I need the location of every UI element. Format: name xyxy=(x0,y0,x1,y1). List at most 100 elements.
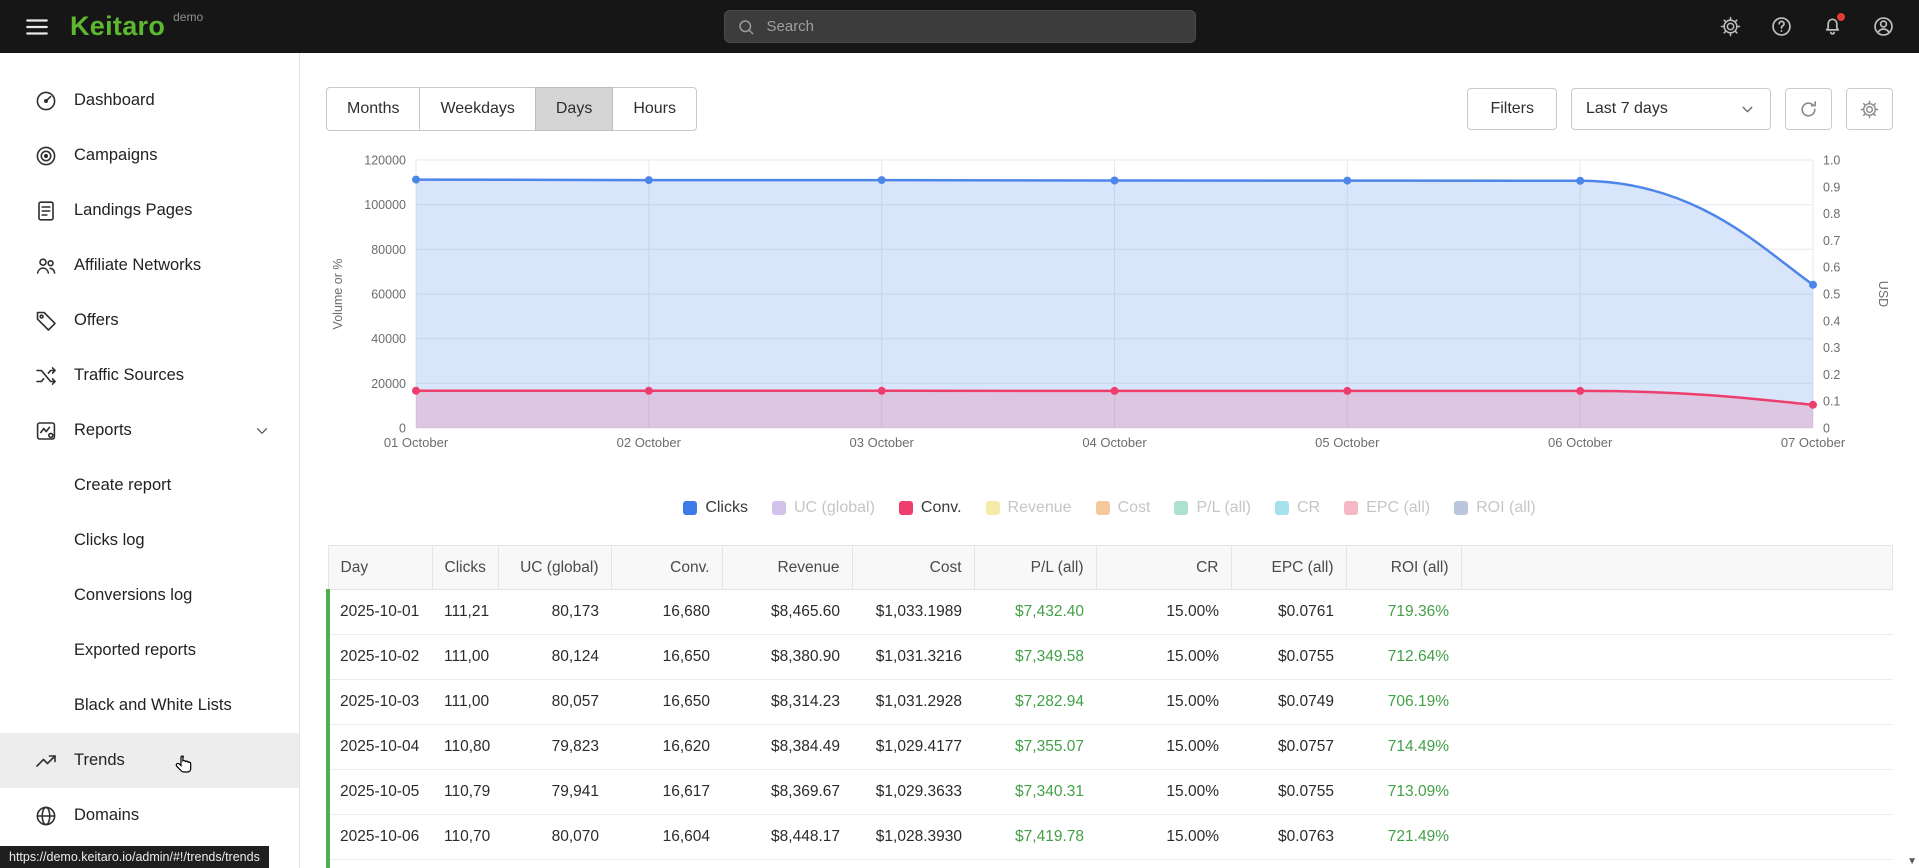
cell-uc-global: 80,173 xyxy=(498,589,611,635)
cell-day: 2025-10-05 xyxy=(326,769,432,815)
sidebar-item-trends[interactable]: Trends xyxy=(0,733,299,788)
tab-hours[interactable]: Hours xyxy=(612,87,698,131)
cell-filler xyxy=(1461,589,1893,635)
hamburger-menu-icon[interactable] xyxy=(24,14,50,40)
cell-conv: 16,650 xyxy=(611,634,722,680)
legend-swatch xyxy=(898,501,913,515)
cell-filler xyxy=(1461,634,1893,680)
svg-text:05 October: 05 October xyxy=(1315,435,1380,448)
sidebar-item-label: Reports xyxy=(74,421,132,439)
global-search[interactable] xyxy=(723,10,1196,43)
sidebar-item-campaigns[interactable]: Campaigns xyxy=(0,128,299,183)
cell-roi-all: 721.49% xyxy=(1346,814,1461,860)
sidebar-item-label: Create report xyxy=(74,476,172,494)
column-header-cr[interactable]: CR xyxy=(1095,545,1232,590)
cell-conv: 9,612 xyxy=(611,859,722,868)
sidebar-item-create-report[interactable]: Create report xyxy=(0,458,299,513)
help-icon[interactable] xyxy=(1770,15,1793,38)
cell-epc-all: $0.0755 xyxy=(1231,634,1346,680)
trends-chart-svg[interactable]: 0 20000 40000 60000 80000 100000 120000 01 Octo… xyxy=(326,146,1893,451)
cell-day: 2025-10-02 xyxy=(326,634,432,680)
column-header-roi-all[interactable]: ROI (all) xyxy=(1345,545,1462,590)
table-row: 2025-10-06 110,70 80,070 16,604 $8,448.17 $1,… xyxy=(326,814,1893,860)
column-header-filler xyxy=(1460,545,1893,590)
date-range-select[interactable]: Last 7 days xyxy=(1571,88,1771,130)
sidebar-item-label: Dashboard xyxy=(74,91,155,109)
cell-cr: 15.00% xyxy=(1096,814,1231,860)
toolbar-controls: Filters Last 7 days xyxy=(1467,88,1893,130)
sidebar-item-domains[interactable]: Domains xyxy=(0,788,299,843)
legend-item-epc-all[interactable]: EPC (all) xyxy=(1344,499,1430,517)
chevron-down-icon xyxy=(1739,101,1756,118)
keitaro-logo[interactable]: Keitaro xyxy=(70,13,165,40)
affiliates-icon xyxy=(34,254,58,278)
column-header-revenue[interactable]: Revenue xyxy=(721,545,853,590)
sidebar-item-landings-pages[interactable]: Landings Pages xyxy=(0,183,299,238)
svg-text:120000: 120000 xyxy=(364,154,406,168)
column-header-cost[interactable]: Cost xyxy=(851,545,975,590)
reports-icon xyxy=(34,419,58,443)
legend-label: Conv. xyxy=(920,499,962,516)
refresh-button[interactable] xyxy=(1785,88,1832,130)
legend-swatch xyxy=(1344,501,1359,515)
svg-text:0.7: 0.7 xyxy=(1823,234,1840,248)
tab-days[interactable]: Days xyxy=(534,87,614,131)
cell-uc-global: 80,057 xyxy=(498,679,611,725)
trends-chart[interactable]: 0 20000 40000 60000 80000 100000 120000 01 Octo… xyxy=(326,146,1893,453)
cell-p-l-all: $7,432.40 xyxy=(974,589,1096,635)
legend-item-roi-all[interactable]: ROI (all) xyxy=(1454,499,1536,517)
column-header-day[interactable]: Day xyxy=(327,545,433,590)
settings-gear-icon[interactable] xyxy=(1719,15,1742,38)
cell-epc-all: $0.0758 xyxy=(1231,859,1346,868)
column-header-clicks[interactable]: Clicks xyxy=(431,545,499,590)
column-header-p-l-all[interactable]: P/L (all) xyxy=(973,545,1097,590)
legend-item-clicks[interactable]: Clicks xyxy=(683,499,748,517)
legend-item-p-l-all[interactable]: P/L (all) xyxy=(1174,499,1251,517)
tab-months[interactable]: Months xyxy=(326,87,421,131)
search-input[interactable] xyxy=(764,17,1183,36)
granularity-tabs: Months Weekdays Days Hours xyxy=(326,87,698,131)
svg-text:Volume or %: Volume or % xyxy=(331,259,345,330)
legend-item-uc-global[interactable]: UC (global) xyxy=(771,499,875,517)
legend-label: Cost xyxy=(1117,499,1151,516)
sidebar-item-label: Exported reports xyxy=(74,641,196,659)
legend-item-conv[interactable]: Conv. xyxy=(898,499,962,517)
filters-button[interactable]: Filters xyxy=(1467,88,1557,130)
cell-cost: $1,031.2928 xyxy=(852,679,974,725)
user-account-icon[interactable] xyxy=(1872,15,1895,38)
legend-item-cr[interactable]: CR xyxy=(1275,499,1320,517)
legend-item-cost[interactable]: Cost xyxy=(1095,499,1151,517)
cell-p-l-all: $7,419.78 xyxy=(974,814,1096,860)
sidebar-item-offers[interactable]: Offers xyxy=(0,293,299,348)
sidebar-item-affiliate-networks[interactable]: Affiliate Networks xyxy=(0,238,299,293)
cell-uc-global: 80,124 xyxy=(498,634,611,680)
search-icon xyxy=(737,18,755,36)
cell-clicks: 110,80 xyxy=(432,724,498,770)
sidebar-item-label: Offers xyxy=(74,311,119,329)
cell-epc-all: $0.0757 xyxy=(1231,724,1346,770)
sidebar-item-black-and-white-lists[interactable]: Black and White Lists xyxy=(0,678,299,733)
table-header: Day Clicks UC (global) Conv. Revenue Cost P/L … xyxy=(327,545,1893,590)
column-header-uc-global[interactable]: UC (global) xyxy=(497,545,612,590)
table-row: 2025-10-02 111,00 80,124 16,650 $8,380.90 $1,… xyxy=(326,634,1893,680)
svg-text:0: 0 xyxy=(399,422,406,436)
gear-icon xyxy=(1859,99,1880,120)
sidebar-item-label: Landings Pages xyxy=(74,201,193,219)
notifications-bell-icon[interactable] xyxy=(1821,13,1845,38)
sidebar-item-reports[interactable]: Reports xyxy=(0,403,299,458)
sidebar-item-clicks-log[interactable]: Clicks log xyxy=(0,513,299,568)
tab-weekdays[interactable]: Weekdays xyxy=(419,87,536,131)
cell-uc-global: 79,823 xyxy=(498,724,611,770)
sidebar-item-exported-reports[interactable]: Exported reports xyxy=(0,623,299,678)
column-header-conv[interactable]: Conv. xyxy=(610,545,723,590)
sidebar-item-traffic-sources[interactable]: Traffic Sources xyxy=(0,348,299,403)
sidebar-item-conversions-log[interactable]: Conversions log xyxy=(0,568,299,623)
legend-item-revenue[interactable]: Revenue xyxy=(985,499,1072,517)
scrollbar-down-arrow[interactable]: ▼ xyxy=(1907,857,1917,867)
cell-clicks: 110,70 xyxy=(432,814,498,860)
chart-settings-button[interactable] xyxy=(1846,88,1893,130)
cell-conv: 16,617 xyxy=(611,769,722,815)
column-header-epc-all[interactable]: EPC (all) xyxy=(1230,545,1347,590)
sidebar-item-dashboard[interactable]: Dashboard xyxy=(0,73,299,128)
notification-dot xyxy=(1837,13,1845,21)
